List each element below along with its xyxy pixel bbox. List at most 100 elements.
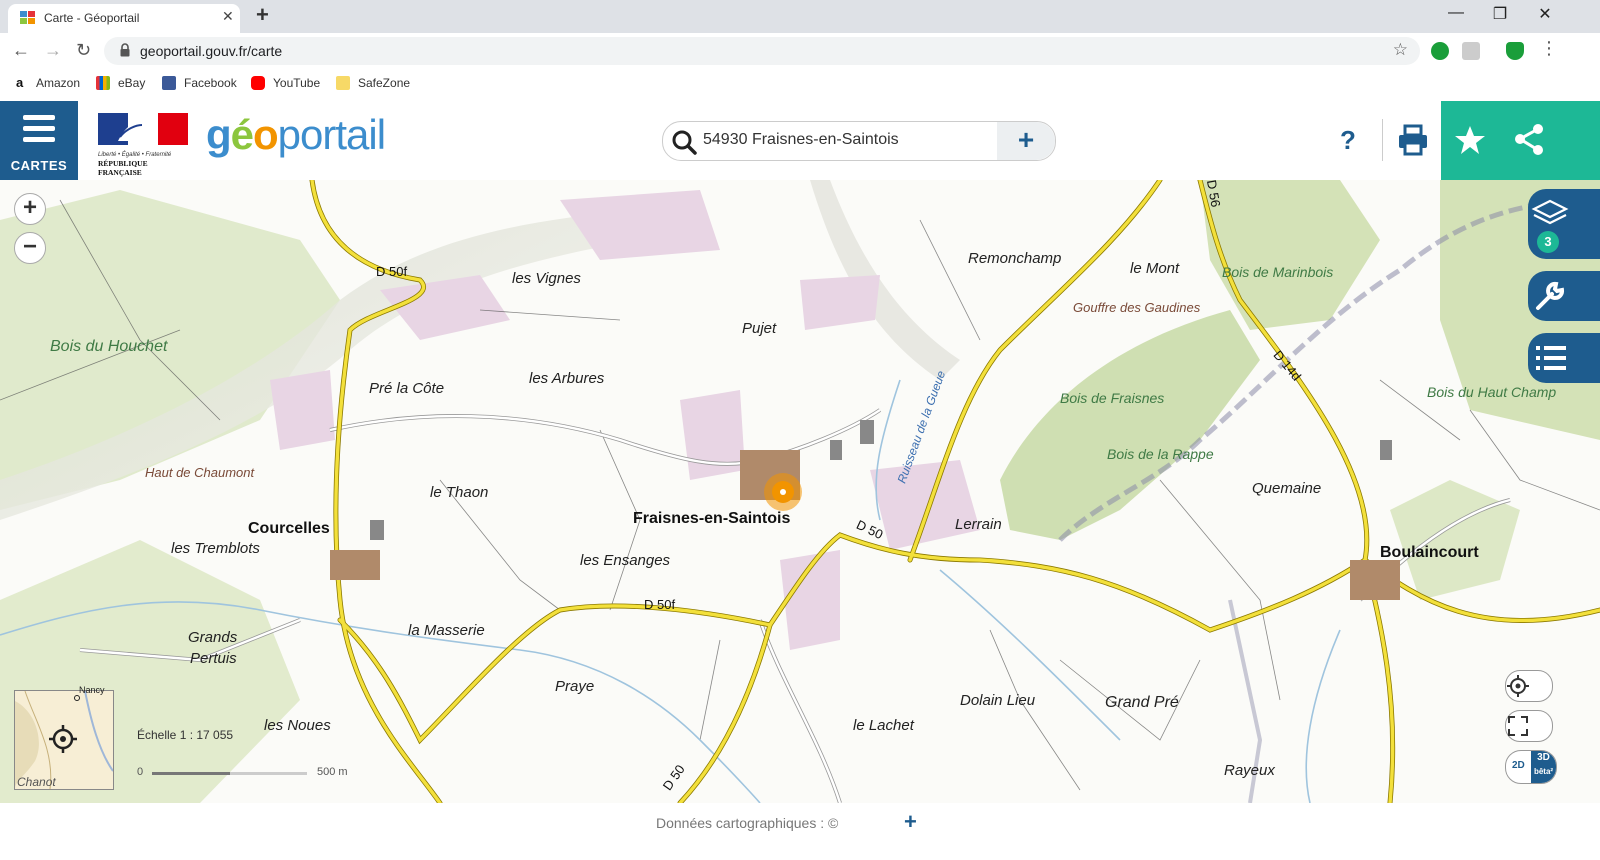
search-input[interactable]: 54930 Fraisnes-en-Saintois: [703, 131, 899, 149]
bookmark-facebook[interactable]: Facebook: [162, 76, 237, 90]
url-text: geoportail.gouv.fr/carte: [140, 43, 283, 59]
fullscreen-button[interactable]: [1505, 710, 1553, 742]
ebay-icon: [96, 76, 110, 90]
map-place-label: les Arbures: [529, 370, 605, 387]
favorites-button[interactable]: [1441, 101, 1500, 180]
bookmark-label: Facebook: [184, 76, 237, 90]
map-place-label: Haut de Chaumont: [145, 465, 255, 480]
layers-button[interactable]: 3: [1528, 189, 1600, 259]
geoportail-favicon-icon: [20, 11, 35, 24]
geoportail-logo: géoportail: [206, 111, 386, 159]
view-2d-3d-toggle[interactable]: 2D 3D bêta²: [1505, 750, 1557, 784]
browser-tab-bar: Carte - Géoportail ✕ + — ❐ ✕: [0, 0, 1600, 33]
map-place-label: Bois de Marinbois: [1222, 264, 1334, 280]
bookmark-label: YouTube: [273, 76, 321, 90]
scale-label: Échelle 1 : 17 055: [137, 728, 234, 742]
mode-3d-label[interactable]: 3D bêta²: [1531, 751, 1556, 783]
print-icon[interactable]: [1396, 123, 1430, 157]
tools-button[interactable]: [1528, 271, 1600, 321]
cartes-label: CARTES: [10, 158, 68, 173]
back-button[interactable]: ←: [12, 40, 30, 61]
map-place-label: la Masserie: [408, 622, 485, 639]
map-place-label: Courcelles: [248, 520, 330, 537]
marianne-flag-icon: [98, 113, 188, 145]
restore-button[interactable]: ❐: [1480, 4, 1520, 24]
attribution-expand-button[interactable]: +: [904, 809, 917, 835]
hamburger-icon: [23, 115, 55, 148]
legend-list-button[interactable]: [1528, 333, 1600, 383]
tab-close-icon[interactable]: ✕: [222, 8, 234, 25]
scale-bar: 0 500 m: [137, 766, 367, 782]
reload-button[interactable]: ↻: [76, 40, 91, 61]
share-icon: [1515, 124, 1543, 155]
extension-shield-icon[interactable]: [1506, 42, 1524, 60]
map-base-layer: [0, 180, 1600, 803]
bookmark-youtube[interactable]: YouTube: [251, 76, 320, 90]
search-icon: [672, 130, 697, 155]
map-place-label: le Thaon: [430, 484, 489, 501]
scale-end: 500 m: [317, 766, 348, 778]
list-icon: [1536, 346, 1566, 370]
mode-2d-label[interactable]: 2D: [1512, 760, 1525, 771]
bookmark-label: Amazon: [36, 76, 81, 90]
map-place-label: Remonchamp: [968, 250, 1062, 267]
tab-title: Carte - Géoportail: [44, 11, 140, 25]
scale-line: [152, 772, 307, 775]
zoom-in-button[interactable]: +: [14, 193, 46, 225]
map-road-label: D 50f: [644, 597, 676, 612]
map-canvas[interactable]: les Vignes Pujet Remonchamp le Mont Bois…: [0, 180, 1600, 803]
new-tab-button[interactable]: +: [256, 2, 269, 28]
extension-ad-icon[interactable]: [1431, 42, 1449, 60]
map-place-label: Grand Pré: [1105, 694, 1179, 711]
address-bar[interactable]: geoportail.gouv.fr/carte ☆: [104, 37, 1420, 65]
bookmarks-bar: a Amazon eBay Facebook YouTube SafeZone: [0, 69, 1600, 102]
geoportail-header: CARTES Liberté • Égalité • Fraternité RÉ…: [0, 101, 1600, 180]
map-place-label: Lerrain: [955, 516, 1002, 533]
map-place-label: les Noues: [264, 717, 331, 734]
map-place-label: Bois de Fraisnes: [1060, 390, 1165, 406]
amazon-icon: a: [16, 76, 28, 90]
map-place-label: Bois de la Rappe: [1107, 446, 1214, 462]
map-place-label: Fraisnes-en-Saintois: [633, 510, 791, 527]
bookmark-star-icon[interactable]: ☆: [1393, 40, 1408, 60]
map-place-label: les Vignes: [512, 270, 581, 287]
share-button[interactable]: [1500, 101, 1600, 180]
map-place-label: Boulaincourt: [1380, 544, 1479, 561]
browser-toolbar: ← → ↻ geoportail.gouv.fr/carte ☆ ⋮: [0, 33, 1600, 69]
overview-minimap[interactable]: Nancy Chanot: [14, 685, 114, 790]
browser-tab[interactable]: Carte - Géoportail ✕: [8, 4, 240, 33]
help-button[interactable]: ?: [1340, 125, 1356, 156]
extension-drive-icon[interactable]: [1462, 42, 1480, 60]
bookmark-label: eBay: [118, 76, 146, 90]
map-place-label: Grands: [188, 629, 238, 646]
close-window-button[interactable]: ✕: [1525, 4, 1565, 24]
logo-rest: portail: [277, 111, 386, 158]
bookmark-amazon[interactable]: a Amazon: [16, 76, 80, 90]
footer: Données cartographiques : © +: [0, 803, 1600, 860]
fullscreen-icon: [1508, 716, 1528, 736]
youtube-icon: [251, 76, 265, 90]
forward-button[interactable]: →: [44, 40, 62, 61]
location-search-box[interactable]: 54930 Fraisnes-en-Saintois +: [662, 121, 1056, 161]
advanced-search-button[interactable]: +: [997, 122, 1055, 160]
map-place-label: le Lachet: [853, 717, 914, 734]
geolocate-button[interactable]: [1505, 670, 1553, 702]
map-place-label: Quemaine: [1252, 480, 1322, 497]
logo-o: o: [253, 111, 279, 158]
menu-dots-icon[interactable]: ⋮: [1540, 38, 1558, 59]
minimize-button[interactable]: —: [1436, 4, 1476, 22]
bookmark-safezone[interactable]: SafeZone: [336, 76, 410, 90]
folder-icon: [336, 76, 350, 90]
bookmark-ebay[interactable]: eBay: [96, 76, 145, 90]
star-icon: [1455, 126, 1485, 154]
mode-beta-text: bêta²: [1533, 767, 1554, 776]
map-place-label: les Ensanges: [580, 552, 671, 569]
minimap-city-label: Nancy: [79, 685, 105, 695]
map-place-label: le Mont: [1130, 260, 1180, 277]
map-place-label: Pré la Côte: [369, 380, 445, 397]
scale-start: 0: [137, 766, 144, 778]
logo-e: é: [230, 111, 254, 158]
lock-icon: [120, 43, 130, 57]
cartes-menu-button[interactable]: CARTES: [0, 101, 78, 180]
zoom-out-button[interactable]: −: [14, 232, 46, 264]
